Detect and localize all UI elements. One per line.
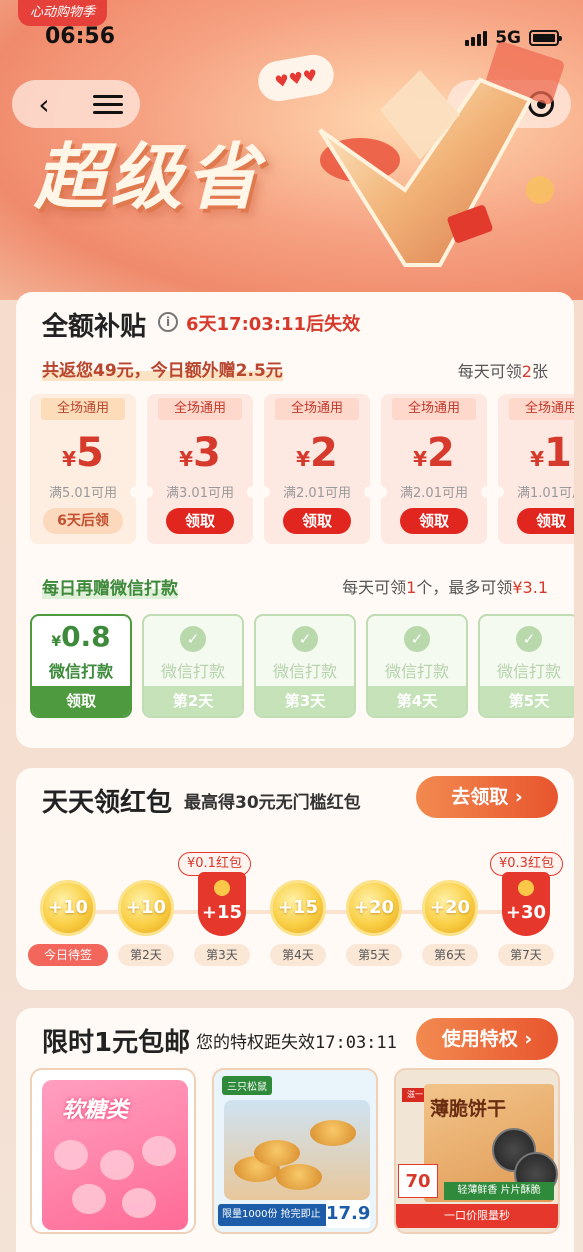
check-icon: ✓ (404, 626, 430, 652)
coupon-condition: 满5.01可用 (49, 486, 117, 501)
day-coin: +20 (346, 880, 402, 936)
payout-day: 第2天 (144, 686, 242, 716)
wechat-payout-list: ¥0.8 微信打款 领取 ✓ 微信打款 第2天 ✓ 微信打款 第3天 ✓ 微信打… (30, 614, 574, 718)
day-redpacket: +15 (198, 872, 246, 936)
wechat-payout-card: ✓ 微信打款 第4天 (366, 614, 468, 718)
coupon-amount: ¥2 (413, 430, 455, 476)
product-card[interactable]: 三只松鼠 限量1000份 抢完即止 17.9 (212, 1068, 378, 1234)
hero-title: 超级省 (34, 135, 263, 219)
subsidy-title: 全额补贴 (42, 312, 147, 342)
coupon-list: 全场通用 ¥5 满5.01可用 6天后领 全场通用 ¥3 满3.01可用 领取 … (30, 394, 574, 544)
product-card[interactable]: 滋一 薄脆饼干 轻薄鲜香 片片酥脆 70 一口价限量秒 (394, 1068, 560, 1234)
redpacket-title: 天天领红包 (42, 788, 173, 818)
coupon-card: 全场通用 ¥2 满2.01可用 领取 (375, 394, 493, 544)
product-price: 70 (398, 1164, 438, 1198)
day-coin: +10 (118, 880, 174, 936)
claim-redpacket-button[interactable]: 去领取 › (416, 776, 558, 818)
coupon-condition: 满2.01可用 (283, 486, 351, 501)
payout-label: 微信打款 (384, 662, 449, 681)
product-card[interactable]: 软糖类 (30, 1068, 196, 1234)
check-icon: ✓ (516, 626, 542, 652)
coupon-tag: 全场通用 (41, 398, 125, 420)
day-coin[interactable]: +10 (40, 880, 96, 936)
wechat-payout-card: ✓ 微信打款 第5天 (478, 614, 574, 718)
daily-limit: 每天可领2张 (457, 362, 548, 381)
day-label: 第7天 (498, 944, 554, 966)
check-icon: ✓ (180, 626, 206, 652)
coupon-claim-button[interactable]: 6天后领 (43, 508, 123, 534)
wechat-title: 每日再赠微信打款 (42, 574, 178, 599)
coupon-amount: ¥1 (530, 430, 572, 476)
crown-v-icon (318, 41, 564, 267)
day-label: 第3天 (194, 944, 250, 966)
menu-icon[interactable] (76, 94, 140, 114)
subsidy-card: 全额补贴 i 6天17:03:11后失效 共返您49元，今日额外赠2.5元 每天… (16, 292, 574, 748)
subsidy-summary: 共返您49元，今日额外赠2.5元 (42, 356, 283, 381)
back-icon[interactable]: ‹ (12, 88, 76, 121)
wechat-payout-card[interactable]: ¥0.8 微信打款 领取 (30, 614, 132, 718)
payout-claim-button[interactable]: 领取 (32, 686, 130, 716)
payout-day: 第3天 (256, 686, 354, 716)
wechat-rule: 每天可领1个，最多可领¥3.1 (342, 578, 548, 597)
payout-value: ¥0.8 (51, 620, 111, 653)
coupon-tag: 全场通用 (509, 398, 574, 420)
hero-banner: 心动购物季 06:56 5G ‹ ♥♥♥ 超级省 (0, 0, 583, 300)
day-label: 第2天 (118, 944, 174, 966)
redpacket-card: 天天领红包 最高得30元无门槛红包 去领取 › +10 +10 ¥0.1红包 +… (16, 768, 574, 990)
day-redpacket: +30 (502, 872, 550, 936)
day-label: 第5天 (346, 944, 402, 966)
check-icon: ✓ (292, 626, 318, 652)
coupon-card: 全场通用 ¥3 满3.01可用 领取 (141, 394, 259, 544)
brand-tag: 心动购物季 (18, 0, 108, 26)
coupon-claim-button[interactable]: 领取 (400, 508, 468, 534)
redpacket-subtitle: 最高得30元无门槛红包 (184, 793, 361, 813)
use-privilege-button[interactable]: 使用特权 › (416, 1018, 558, 1060)
wechat-payout-card: ✓ 微信打款 第2天 (142, 614, 244, 718)
limited-title: 限时1元包邮 (42, 1028, 191, 1058)
coupon-condition: 满2.01可用 (400, 486, 468, 501)
privilege-countdown: 您的特权距失效17:03:11 (196, 1033, 397, 1053)
product-slogan: 轻薄鲜香 片片酥脆 (444, 1182, 554, 1200)
subsidy-countdown: 6天17:03:11后失效 (186, 314, 361, 335)
day-coin: +15 (270, 880, 326, 936)
coupon-card: 全场通用 ¥1 满1.01可用 领取 (492, 394, 574, 544)
limit-text: 限量1000份 抢完即止 (218, 1204, 328, 1226)
cake-image (224, 1100, 370, 1200)
coupon-claim-button[interactable]: 领取 (517, 508, 574, 534)
coupon-tag: 全场通用 (392, 398, 476, 420)
product-name: 软糖类 (62, 1098, 129, 1123)
payout-day: 第5天 (480, 686, 574, 716)
limited-offer-card: 限时1元包邮 您的特权距失效17:03:11 使用特权 › 软糖类 三只松鼠 限… (16, 1008, 574, 1252)
coupon-claim-button[interactable]: 领取 (166, 508, 234, 534)
coupon-amount: ¥3 (179, 430, 221, 476)
wechat-payout-card: ✓ 微信打款 第3天 (254, 614, 356, 718)
coupon-amount: ¥5 (62, 430, 104, 476)
coupon-claim-button[interactable]: 领取 (283, 508, 351, 534)
coupon-card: 全场通用 ¥5 满5.01可用 6天后领 (30, 394, 142, 544)
day-label: 第4天 (270, 944, 326, 966)
payout-label: 微信打款 (496, 662, 561, 681)
product-brand: 三只松鼠 (222, 1076, 272, 1095)
payout-label: 微信打款 (160, 662, 225, 681)
product-price: 17.9 (326, 1200, 370, 1228)
day-label: 今日待签 (28, 944, 108, 966)
payout-label: 微信打款 (272, 662, 337, 681)
coupon-card: 全场通用 ¥2 满2.01可用 领取 (258, 394, 376, 544)
coupon-amount: ¥2 (296, 430, 338, 476)
day-coin: +20 (422, 880, 478, 936)
coupon-condition: 满3.01可用 (166, 486, 234, 501)
coupon-tag: 全场通用 (158, 398, 242, 420)
day-label: 第6天 (422, 944, 478, 966)
product-strip: 一口价限量秒 (396, 1204, 558, 1228)
info-icon[interactable]: i (158, 312, 178, 332)
coupon-tag: 全场通用 (275, 398, 359, 420)
coupon-condition: 满1.01可用 (517, 486, 574, 501)
product-name: 薄脆饼干 (430, 1098, 507, 1120)
status-time: 06:56 (45, 24, 116, 49)
payout-label: 微信打款 (48, 662, 113, 681)
payout-day: 第4天 (368, 686, 466, 716)
